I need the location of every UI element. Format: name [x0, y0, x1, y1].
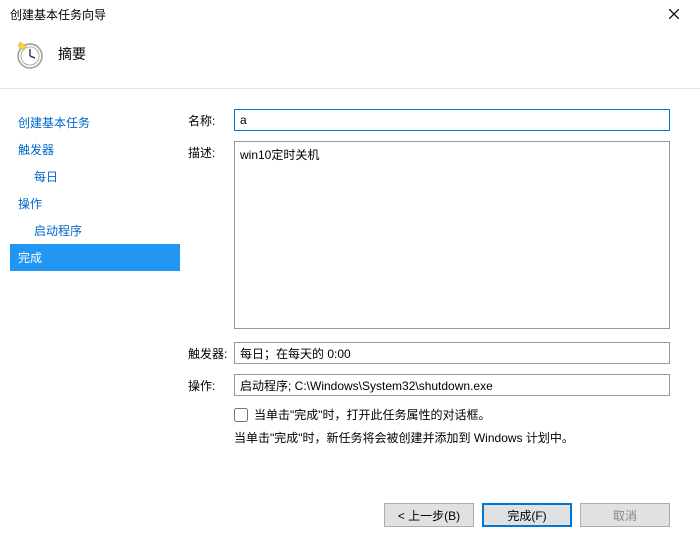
finish-button[interactable]: 完成(F): [482, 503, 572, 527]
close-icon: [669, 9, 679, 19]
trigger-row: 触发器:: [188, 342, 670, 364]
sidebar-item[interactable]: 操作: [10, 190, 180, 217]
cancel-button[interactable]: 取消: [580, 503, 670, 527]
close-button[interactable]: [654, 0, 694, 28]
action-row: 操作:: [188, 374, 670, 396]
window-title: 创建基本任务向导: [10, 6, 654, 23]
open-properties-checkbox[interactable]: [234, 408, 248, 422]
name-input[interactable]: [234, 109, 670, 131]
wizard-sidebar: 创建基本任务触发器每日操作启动程序完成: [0, 109, 180, 446]
sidebar-item[interactable]: 创建基本任务: [10, 109, 180, 136]
back-button[interactable]: < 上一步(B): [384, 503, 474, 527]
name-label: 名称:: [188, 109, 234, 129]
sidebar-item[interactable]: 每日: [10, 163, 180, 190]
wizard-footer: < 上一步(B) 完成(F) 取消: [384, 503, 670, 527]
action-value[interactable]: [234, 374, 670, 396]
open-properties-row: 当单击"完成"时，打开此任务属性的对话框。: [234, 406, 670, 423]
sidebar-item[interactable]: 启动程序: [10, 217, 180, 244]
trigger-label: 触发器:: [188, 342, 234, 362]
wizard-content: 名称: 描述: 触发器: 操作: 当单击"完成"时，打开此任务属性: [180, 109, 700, 446]
desc-label: 描述:: [188, 141, 234, 161]
clock-icon: [14, 38, 46, 70]
page-heading: 摘要: [58, 44, 86, 64]
wizard-body: 创建基本任务触发器每日操作启动程序完成 名称: 描述: 触发器: 操作:: [0, 89, 700, 446]
trigger-value[interactable]: [234, 342, 670, 364]
action-label: 操作:: [188, 374, 234, 394]
titlebar: 创建基本任务向导: [0, 0, 700, 28]
open-properties-label: 当单击"完成"时，打开此任务属性的对话框。: [254, 406, 491, 423]
desc-input[interactable]: [234, 141, 670, 329]
desc-row: 描述:: [188, 141, 670, 332]
name-row: 名称:: [188, 109, 670, 131]
sidebar-item[interactable]: 完成: [10, 244, 180, 271]
finish-note: 当单击"完成"时，新任务将会被创建并添加到 Windows 计划中。: [234, 429, 670, 446]
wizard-header: 摘要: [0, 28, 700, 88]
sidebar-item[interactable]: 触发器: [10, 136, 180, 163]
